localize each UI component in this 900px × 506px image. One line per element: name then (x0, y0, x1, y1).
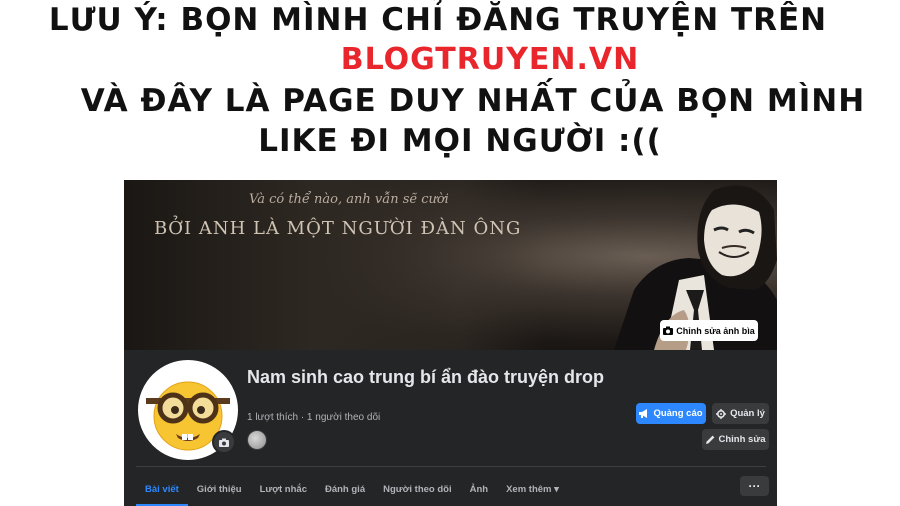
advertise-label: Quảng cáo (653, 408, 703, 419)
follower-avatar[interactable] (247, 430, 267, 450)
camera-icon (219, 438, 229, 447)
notice-line-1: LƯU Ý: BỌN MÌNH CHỈ ĐĂNG TRUYỆN TRÊN (48, 2, 828, 38)
page-tabs: Bài viết Giới thiệu Lượt nhắc Đánh giá N… (136, 476, 568, 506)
facebook-page-screenshot: Và có thể nào, anh vẫn sẽ cười BỞI ANH L… (124, 180, 777, 506)
page-title: Nam sinh cao trung bí ẩn đào truyện drop (247, 367, 605, 387)
tab-about[interactable]: Giới thiệu (188, 476, 251, 502)
tab-reviews[interactable]: Đánh giá (316, 476, 374, 502)
edit-page-label: Chỉnh sửa (718, 434, 766, 445)
pencil-icon (705, 435, 714, 444)
camera-icon (663, 326, 674, 335)
caret-down-icon: ▾ (554, 483, 559, 495)
tab-followers[interactable]: Người theo dõi (374, 476, 461, 502)
manage-button[interactable]: Quản lý (712, 403, 769, 424)
edit-cover-label: Chỉnh sửa ảnh bìa (676, 325, 755, 336)
cover-quote-large: BỞI ANH LÀ MỘT NGƯỜI ĐÀN ÔNG (154, 218, 522, 239)
divider (136, 466, 766, 467)
tab-posts[interactable]: Bài viết (136, 476, 188, 506)
cover-photo: Và có thể nào, anh vẫn sẽ cười BỞI ANH L… (124, 180, 777, 350)
gear-icon (716, 408, 727, 419)
more-options-button[interactable]: ··· (740, 476, 769, 496)
page-stats[interactable]: 1 lượt thích · 1 người theo dõi (247, 412, 380, 423)
tab-mentions[interactable]: Lượt nhắc (251, 476, 316, 502)
change-avatar-button[interactable] (212, 430, 236, 454)
cover-quote-small: Và có thể nào, anh vẫn sẽ cười (249, 192, 449, 207)
notice-line-4: LIKE ĐI MỌI NGƯỜI :(( (258, 123, 662, 159)
notice-site-name: BLOGTRUYEN.VN (340, 42, 640, 77)
tab-photos[interactable]: Ảnh (461, 476, 497, 502)
tab-more[interactable]: Xem thêm ▾ (497, 476, 568, 502)
edit-page-button[interactable]: Chỉnh sửa (702, 429, 769, 450)
megaphone-icon (639, 409, 648, 418)
manage-label: Quản lý (730, 408, 765, 419)
notice-banner: LƯU Ý: BỌN MÌNH CHỈ ĐĂNG TRUYỆN TRÊN BLO… (0, 0, 900, 170)
notice-line-3: VÀ ĐÂY LÀ PAGE DUY NHẤT CỦA BỌN MÌNH (80, 83, 866, 119)
edit-cover-button[interactable]: Chỉnh sửa ảnh bìa (660, 320, 758, 341)
advertise-button[interactable]: Quảng cáo (636, 403, 706, 424)
